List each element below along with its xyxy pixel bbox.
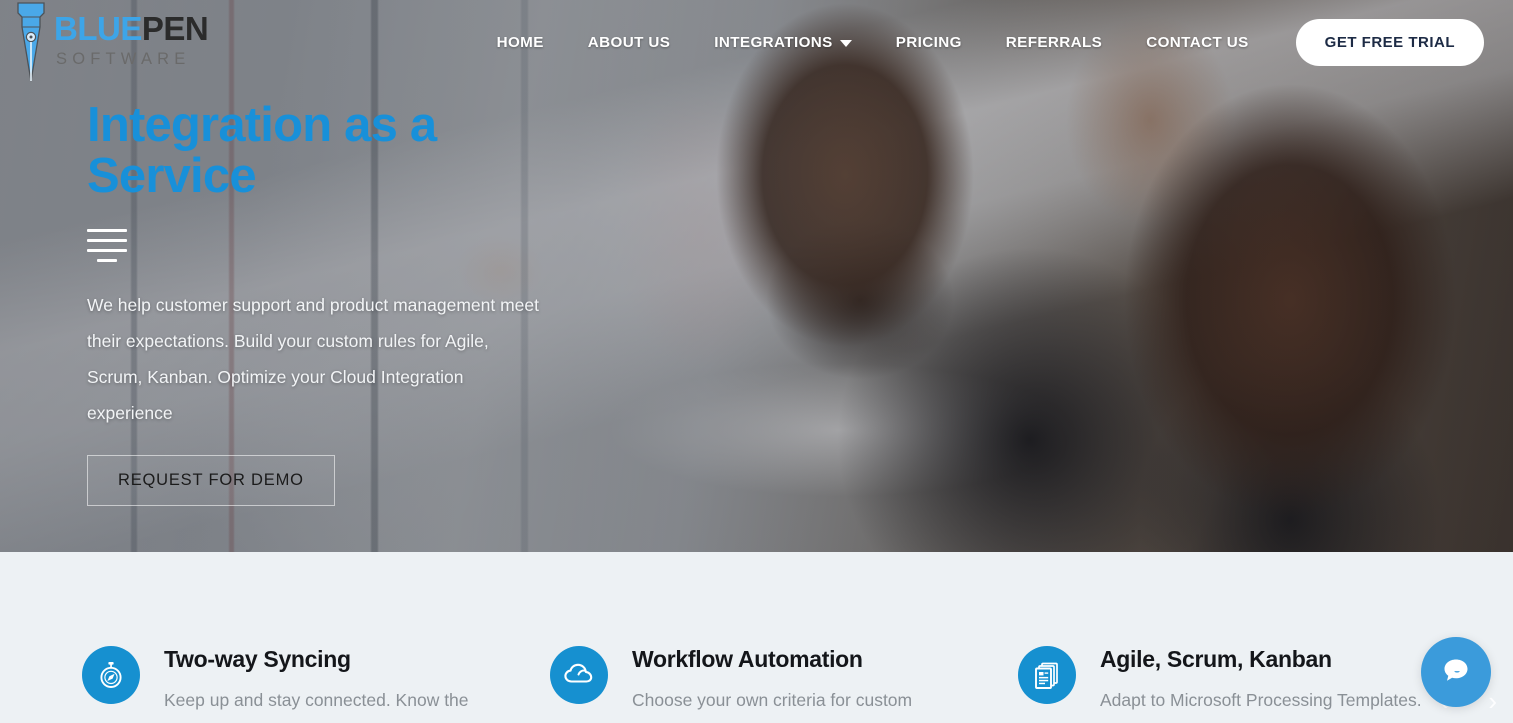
chevron-down-icon bbox=[839, 40, 852, 47]
hero-divider-lines bbox=[87, 228, 127, 262]
documents-icon bbox=[1018, 646, 1076, 704]
feature-description: Adapt to Microsoft Processing Templates. bbox=[1100, 690, 1422, 711]
feature-card-body: Workflow Automation Choose your own crit… bbox=[632, 646, 912, 714]
feature-description: Keep up and stay connected. Know the bbox=[164, 690, 469, 711]
feature-title: Workflow Automation bbox=[632, 646, 863, 672]
hero-title: Integration as a Service bbox=[87, 98, 437, 204]
divider-line bbox=[87, 238, 127, 242]
request-demo-button[interactable]: REQUEST FOR DEMO bbox=[87, 455, 335, 507]
feature-card-two-way-syncing[interactable]: Two-way Syncing Keep up and stay connect… bbox=[82, 646, 550, 714]
nav-label: CONTACT US bbox=[1146, 33, 1249, 51]
features-section: Two-way Syncing Keep up and stay connect… bbox=[0, 552, 1513, 723]
feature-title: Agile, Scrum, Kanban bbox=[1100, 646, 1332, 672]
nav-label: INTEGRATIONS bbox=[714, 33, 833, 51]
features-row: Two-way Syncing Keep up and stay connect… bbox=[0, 552, 1513, 714]
nav-label: HOME bbox=[496, 33, 544, 51]
divider-line-short bbox=[97, 258, 117, 262]
logo-text-blue: BLUE bbox=[54, 10, 142, 47]
nav-item-pricing[interactable]: PRICING bbox=[874, 34, 984, 51]
site-header: BLUEPEN SOFTWARE HOME ABOUT US INTEGRATI… bbox=[0, 0, 1513, 84]
hero-description: We help customer support and product man… bbox=[87, 294, 540, 423]
feature-card-body: Agile, Scrum, Kanban Adapt to Microsoft … bbox=[1100, 646, 1422, 714]
nav-item-referrals[interactable]: REFERRALS bbox=[984, 34, 1124, 51]
fountain-pen-nib-icon bbox=[10, 0, 52, 87]
nav-label: REFERRALS bbox=[1005, 33, 1103, 51]
compass-icon bbox=[82, 646, 140, 704]
main-navigation: HOME ABOUT US INTEGRATIONS PRICING REFER… bbox=[180, 18, 1513, 66]
hero-content: Integration as a Service We help custome… bbox=[87, 98, 647, 507]
feature-card-workflow-automation[interactable]: Workflow Automation Choose your own crit… bbox=[550, 646, 1018, 714]
cloud-icon bbox=[550, 646, 608, 704]
nav-item-home[interactable]: HOME bbox=[475, 34, 566, 51]
landing-page: BLUEPEN SOFTWARE HOME ABOUT US INTEGRATI… bbox=[0, 0, 1513, 723]
nav-label: PRICING bbox=[895, 33, 962, 51]
nav-item-contact-us[interactable]: CONTACT US bbox=[1124, 34, 1270, 51]
feature-title: Two-way Syncing bbox=[164, 646, 351, 672]
divider-line bbox=[87, 228, 127, 232]
divider-line bbox=[87, 248, 127, 252]
nav-item-integrations[interactable]: INTEGRATIONS bbox=[692, 34, 873, 51]
site-logo[interactable]: BLUEPEN SOFTWARE bbox=[10, 0, 209, 87]
chat-widget-button[interactable] bbox=[1421, 637, 1491, 707]
feature-description: Choose your own criteria for custom bbox=[632, 690, 913, 711]
feature-card-body: Two-way Syncing Keep up and stay connect… bbox=[164, 646, 469, 714]
nav-label: ABOUT US bbox=[587, 33, 671, 51]
feature-card-agile-scrum-kanban[interactable]: Agile, Scrum, Kanban Adapt to Microsoft … bbox=[1018, 646, 1486, 714]
nav-item-about-us[interactable]: ABOUT US bbox=[566, 34, 693, 51]
get-free-trial-button[interactable]: GET FREE TRIAL bbox=[1295, 18, 1484, 66]
chat-bubble-icon bbox=[1438, 652, 1474, 693]
